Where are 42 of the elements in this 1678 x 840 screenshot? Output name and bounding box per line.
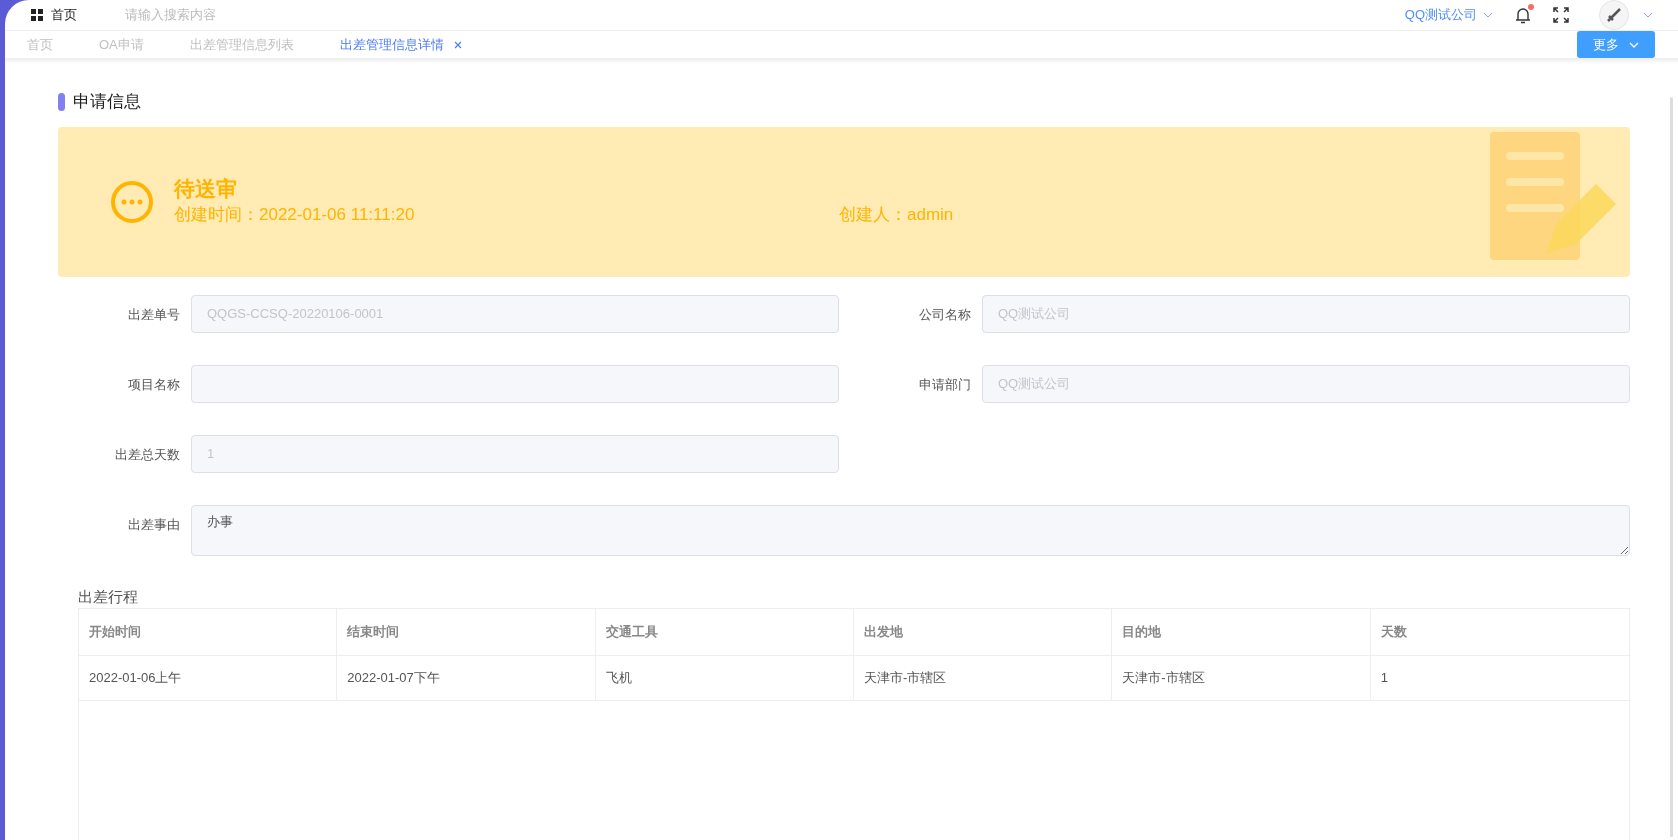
table-cell: 天津市-市辖区 — [854, 656, 1113, 700]
created-time: 创建时间：2022-01-06 11:11:20 — [174, 203, 416, 226]
column-header: 出发地 — [854, 609, 1113, 655]
column-header: 结束时间 — [337, 609, 596, 655]
fullscreen-icon[interactable] — [1553, 7, 1569, 23]
creator: 创建人：admin — [839, 203, 954, 226]
bell-icon[interactable] — [1515, 6, 1531, 24]
column-header: 开始时间 — [79, 609, 338, 655]
chevron-down-icon — [1629, 41, 1639, 48]
section-marker — [58, 92, 65, 111]
text-area[interactable]: 办事 — [191, 504, 1630, 556]
table-cell: 2022-01-06上午 — [79, 656, 338, 700]
tab[interactable]: 出差管理信息列表 — [189, 34, 294, 55]
column-header: 交通工具 — [595, 609, 854, 655]
more-dots-icon — [110, 179, 154, 224]
column-header: 天数 — [1379, 623, 1408, 642]
company-selector[interactable]: QQ测试公司 — [1404, 5, 1493, 25]
search-field[interactable]: 请输入搜索内容 — [125, 5, 425, 25]
table-cell: 天津市-市辖区 — [1112, 656, 1371, 700]
field-label: 出差事由 — [127, 515, 181, 534]
tab[interactable]: 出差管理信息详情 — [339, 34, 462, 55]
table-cell: 2022-01-07下午 — [337, 656, 596, 700]
table-cell: 飞机 — [595, 656, 854, 700]
avatar[interactable] — [1599, 0, 1629, 30]
field-label: 出差单号 — [127, 305, 181, 324]
grid-menu-icon[interactable] — [31, 9, 43, 21]
itinerary-title: 出差行程 — [78, 586, 139, 607]
field-label: 申请部门 — [918, 375, 972, 394]
status-title: 待送审 — [174, 175, 238, 202]
field-label: 项目名称 — [127, 375, 181, 394]
tab[interactable]: 首页 — [27, 34, 53, 55]
field-label: 出差总天数 — [114, 445, 181, 464]
section-title: 申请信息 — [73, 91, 141, 113]
field-label: 公司名称 — [918, 305, 972, 324]
tab[interactable]: OA申请 — [99, 34, 144, 55]
chevron-down-icon — [1483, 12, 1493, 18]
more-button[interactable]: 更多 — [1577, 31, 1655, 58]
column-header: 目的地 — [1112, 609, 1371, 655]
input-field[interactable] — [191, 364, 839, 403]
table-cell-text: 1 — [1379, 669, 1389, 688]
close-icon[interactable] — [453, 40, 462, 49]
home-link[interactable]: 首页 — [51, 5, 77, 25]
